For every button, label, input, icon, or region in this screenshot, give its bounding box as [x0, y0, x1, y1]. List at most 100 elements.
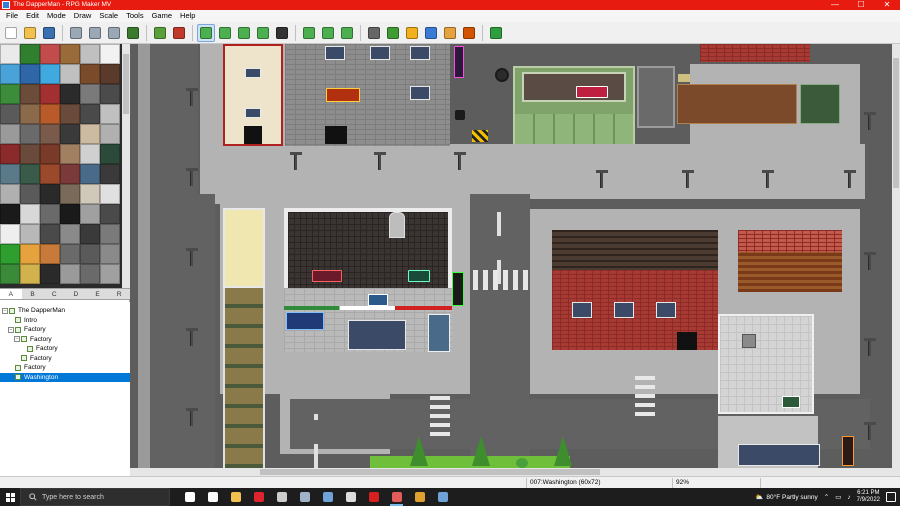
volume-icon[interactable]: ♪: [847, 494, 850, 501]
tab-e[interactable]: E: [87, 289, 109, 299]
tile[interactable]: [60, 144, 80, 164]
notification-icon[interactable]: [886, 492, 896, 502]
tile[interactable]: [100, 184, 120, 204]
event-searcher-button[interactable]: [422, 24, 440, 42]
map-tree-item[interactable]: Factory: [0, 363, 130, 373]
close-button[interactable]: ✕: [874, 0, 900, 10]
tile[interactable]: [80, 184, 100, 204]
copy-button[interactable]: [86, 24, 104, 42]
tile[interactable]: [20, 104, 40, 124]
tile[interactable]: [20, 204, 40, 224]
expand-toggle-icon[interactable]: −: [8, 326, 14, 333]
tile[interactable]: [100, 224, 120, 244]
tile[interactable]: [60, 124, 80, 144]
tile[interactable]: [80, 124, 100, 144]
map-tree-item[interactable]: − Factory: [0, 335, 130, 345]
tile[interactable]: [80, 84, 100, 104]
tile[interactable]: [40, 244, 60, 264]
menu-edit[interactable]: Edit: [22, 10, 43, 22]
tile[interactable]: [0, 244, 20, 264]
start-button[interactable]: [0, 488, 20, 506]
menu-file[interactable]: File: [2, 10, 22, 22]
tile[interactable]: [60, 184, 80, 204]
tile[interactable]: [0, 224, 20, 244]
tile[interactable]: [100, 104, 120, 124]
database-button[interactable]: [365, 24, 383, 42]
tile[interactable]: [40, 104, 60, 124]
event-mode-button[interactable]: [170, 24, 188, 42]
tile[interactable]: [100, 204, 120, 224]
task-view-taskbar-button[interactable]: [178, 488, 201, 506]
menu-mode[interactable]: Mode: [43, 10, 70, 22]
tile[interactable]: [60, 264, 80, 284]
minimize-button[interactable]: —: [822, 0, 848, 10]
menu-game[interactable]: Game: [148, 10, 176, 22]
tile[interactable]: [60, 244, 80, 264]
tile[interactable]: [0, 204, 20, 224]
menu-help[interactable]: Help: [176, 10, 199, 22]
shadow-pen-button[interactable]: [273, 24, 291, 42]
tile[interactable]: [40, 84, 60, 104]
tile[interactable]: [20, 164, 40, 184]
tile[interactable]: [0, 164, 20, 184]
steam-app-taskbar-button[interactable]: [431, 488, 454, 506]
tile[interactable]: [40, 64, 60, 84]
network-icon[interactable]: ▭: [835, 493, 841, 501]
tile[interactable]: [0, 64, 20, 84]
map-mode-button[interactable]: [151, 24, 169, 42]
tile[interactable]: [20, 144, 40, 164]
file-explorer-taskbar-button[interactable]: [224, 488, 247, 506]
paste-button[interactable]: [105, 24, 123, 42]
tile[interactable]: [0, 104, 20, 124]
tile[interactable]: [0, 264, 20, 284]
shield-app-taskbar-button[interactable]: [408, 488, 431, 506]
tile[interactable]: [100, 84, 120, 104]
steam-taskbar-button[interactable]: [316, 488, 339, 506]
map-tree-item[interactable]: Intro: [0, 316, 130, 326]
scroll-thumb[interactable]: [123, 54, 129, 114]
tile[interactable]: [80, 64, 100, 84]
tile[interactable]: [20, 44, 40, 64]
save-project-button[interactable]: [40, 24, 58, 42]
tile[interactable]: [80, 204, 100, 224]
tile[interactable]: [20, 124, 40, 144]
tile[interactable]: [20, 184, 40, 204]
map-tree-item[interactable]: − The DapperMan: [0, 306, 130, 316]
tile[interactable]: [40, 224, 60, 244]
tab-a[interactable]: A: [0, 289, 22, 299]
scroll-thumb[interactable]: [893, 58, 899, 188]
rpg-maker-taskbar-button[interactable]: [385, 488, 408, 506]
tile[interactable]: [80, 144, 100, 164]
tile[interactable]: [60, 204, 80, 224]
tile[interactable]: [60, 64, 80, 84]
taskbar-clock[interactable]: 6:21 PM 7/9/2022: [857, 490, 880, 505]
tile[interactable]: [0, 84, 20, 104]
tile[interactable]: [100, 164, 120, 184]
tile[interactable]: [20, 64, 40, 84]
fill-button[interactable]: [254, 24, 272, 42]
tray-overflow-icon[interactable]: ⌃: [824, 493, 829, 501]
zoom-in-button[interactable]: [300, 24, 318, 42]
map-vertical-scrollbar[interactable]: [892, 44, 900, 476]
menu-draw[interactable]: Draw: [70, 10, 96, 22]
tile[interactable]: [60, 164, 80, 184]
new-project-button[interactable]: [2, 24, 20, 42]
opera-taskbar-button[interactable]: [247, 488, 270, 506]
tab-c[interactable]: C: [43, 289, 65, 299]
rectangle-button[interactable]: [216, 24, 234, 42]
tile[interactable]: [100, 244, 120, 264]
tile[interactable]: [20, 244, 40, 264]
tile[interactable]: [20, 224, 40, 244]
tile[interactable]: [80, 244, 100, 264]
tile[interactable]: [80, 164, 100, 184]
tab-d[interactable]: D: [65, 289, 87, 299]
tile[interactable]: [0, 184, 20, 204]
cut-button[interactable]: [67, 24, 85, 42]
settings-taskbar-button[interactable]: [270, 488, 293, 506]
tile[interactable]: [20, 264, 40, 284]
cortana-taskbar-button[interactable]: [201, 488, 224, 506]
taskbar-search[interactable]: Type here to search: [20, 488, 170, 506]
ellipse-button[interactable]: [235, 24, 253, 42]
tile[interactable]: [100, 264, 120, 284]
tileset-scrollbar[interactable]: [122, 44, 130, 288]
